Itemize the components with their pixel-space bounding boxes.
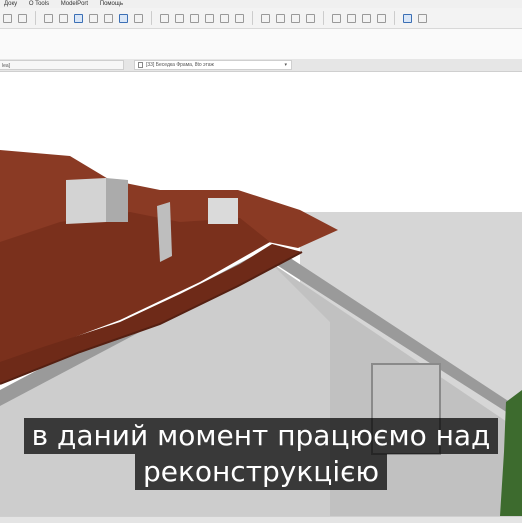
tool-icon[interactable] [261,13,270,23]
chimney-side [106,178,128,222]
toolbar-separator [252,11,253,25]
layers-icon[interactable] [74,13,83,23]
tool-icon[interactable] [403,13,412,23]
menu-item[interactable]: Доку [4,1,17,7]
toolbar-separator [394,11,395,25]
chevron-down-icon[interactable]: ▾ [284,60,287,70]
tool-icon[interactable] [175,13,184,23]
document-icon [138,62,143,68]
menu-bar: Доку O Tools ModelPort Помощь [0,0,522,8]
chimney [66,178,106,224]
new-icon[interactable] [3,13,12,23]
tool-icon[interactable] [332,13,341,23]
menu-item[interactable]: O Tools [29,1,49,7]
toolbar-separator [35,11,36,25]
tab-label: lea] [2,63,11,69]
tool-icon[interactable] [377,13,386,23]
chimney [208,198,238,224]
tool-icon[interactable] [347,13,356,23]
menu-item[interactable]: ModelPort [61,1,88,7]
tool-icon[interactable] [362,13,371,23]
tool-icon[interactable] [306,13,315,23]
tool-icon[interactable] [190,13,199,23]
menu-item[interactable]: Помощь [100,1,123,7]
toolbar-separator [151,11,152,25]
tool-icon[interactable] [205,13,214,23]
undo-icon[interactable] [44,13,53,23]
tab-previous-view[interactable]: lea] [0,60,124,70]
building-model [0,150,522,516]
main-toolbar [0,8,522,29]
view-tab-bar: lea] [33] Беседка Фрама, 8to этаж ▾ [0,59,522,72]
tool-icon[interactable] [235,13,244,23]
tab-3d-view[interactable]: [33] Беседка Фрама, 8to этаж ▾ [134,60,292,70]
tool-icon[interactable] [291,13,300,23]
3d-viewport[interactable] [0,72,522,516]
window-frame [371,363,441,455]
tab-label: [33] Беседка Фрама, 8to этаж [146,62,214,68]
snap-icon[interactable] [119,13,128,23]
redo-icon[interactable] [59,13,68,23]
toolbar-separator [323,11,324,25]
open-icon[interactable] [18,13,27,23]
tool-icon[interactable] [418,13,427,23]
info-box-area [0,29,522,59]
align-icon[interactable] [89,13,98,23]
tool-icon[interactable] [276,13,285,23]
grid-icon[interactable] [104,13,113,23]
tool-icon[interactable] [220,13,229,23]
view-icon[interactable] [134,13,143,23]
tool-icon[interactable] [160,13,169,23]
